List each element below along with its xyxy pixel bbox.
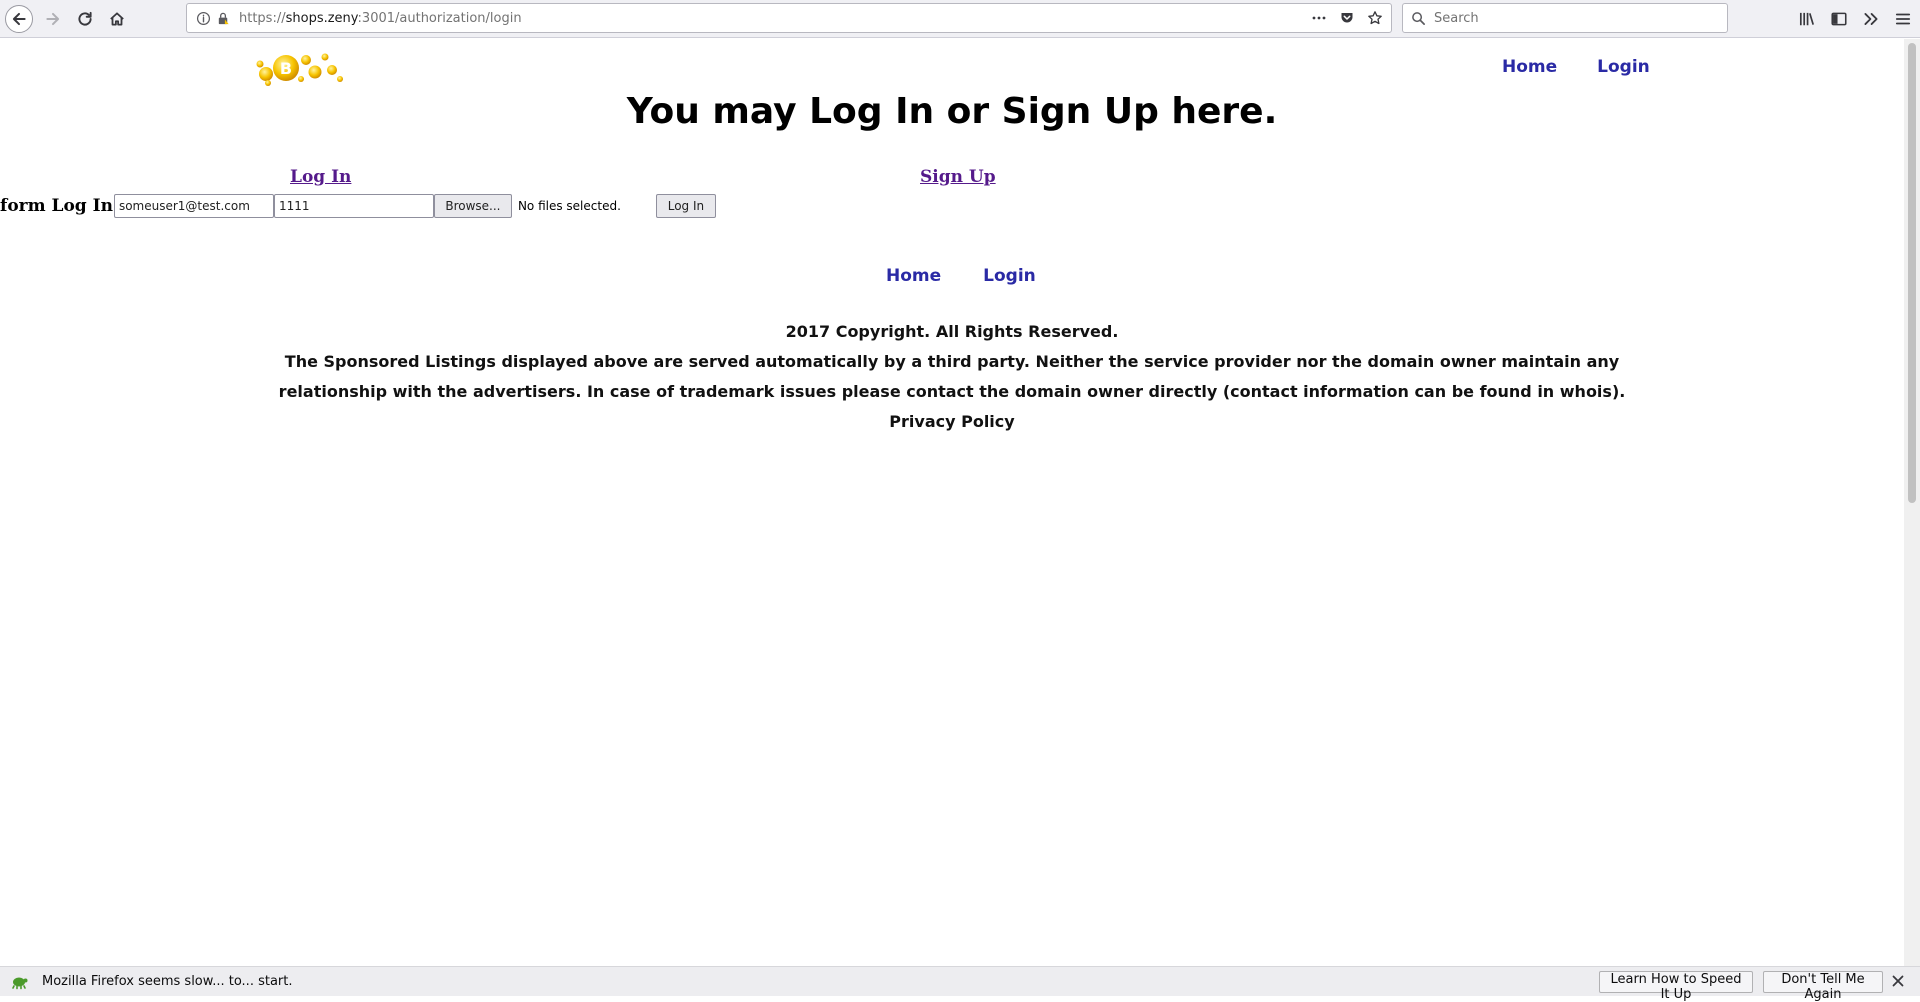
bottom-nav: Home Login xyxy=(886,266,1036,286)
tab-login[interactable]: Log In xyxy=(290,167,351,187)
login-submit-button[interactable]: Log In xyxy=(655,194,716,218)
hamburger-menu-icon xyxy=(1894,10,1912,28)
reload-icon xyxy=(76,10,94,28)
dont-tell-again-button[interactable]: Don't Tell Me Again xyxy=(1763,971,1883,1002)
url-text[interactable]: https://shops.zeny:3001/authorization/lo… xyxy=(239,11,522,26)
learn-speed-up-button[interactable]: Learn How to Speed It Up xyxy=(1599,971,1753,1002)
overflow-chevron-icon xyxy=(1862,10,1880,28)
bottom-nav-home-link[interactable]: Home xyxy=(886,266,941,286)
url-path: :3001/authorization/login xyxy=(357,10,522,26)
forward-arrow-icon xyxy=(44,10,62,28)
home-icon xyxy=(108,10,126,28)
login-form: form Log In Browse... No files selected.… xyxy=(0,193,716,219)
sidebar-button[interactable] xyxy=(1824,4,1854,34)
notification-bar: Mozilla Firefox seems slow... to... star… xyxy=(0,966,1920,1002)
nav-home-link[interactable]: Home xyxy=(1502,57,1557,77)
page-title: You may Log In or Sign Up here. xyxy=(626,91,1278,132)
back-arrow-icon xyxy=(5,5,33,33)
url-bar[interactable]: https://shops.zeny:3001/authorization/lo… xyxy=(186,3,1392,33)
sidebar-icon xyxy=(1830,10,1848,28)
more-dots-icon[interactable] xyxy=(1309,8,1329,28)
password-field[interactable] xyxy=(273,194,434,218)
tab-signup[interactable]: Sign Up xyxy=(920,167,996,187)
url-host: shops.zeny xyxy=(285,10,358,26)
browse-button[interactable]: Browse... xyxy=(433,194,512,218)
close-icon[interactable] xyxy=(1890,973,1906,989)
notification-message: Mozilla Firefox seems slow... to... star… xyxy=(42,974,293,989)
turtle-icon xyxy=(10,974,28,990)
search-bar[interactable] xyxy=(1402,3,1728,33)
browser-toolbar: https://shops.zeny:3001/authorization/lo… xyxy=(0,0,1920,38)
url-scheme: https:// xyxy=(239,10,286,26)
library-icon xyxy=(1798,10,1816,28)
menu-button[interactable] xyxy=(1888,4,1918,34)
svg-text:B: B xyxy=(280,59,292,78)
forward-button[interactable] xyxy=(38,4,68,34)
bottom-nav-login-link[interactable]: Login xyxy=(983,266,1036,286)
site-logo[interactable]: B xyxy=(254,47,346,87)
disclaimer-text: The Sponsored Listings displayed above a… xyxy=(278,352,1626,401)
search-icon xyxy=(1411,11,1426,26)
form-label: form Log In xyxy=(0,196,113,216)
star-icon[interactable] xyxy=(1365,8,1385,28)
nav-login-link[interactable]: Login xyxy=(1597,57,1650,77)
reload-button[interactable] xyxy=(70,4,100,34)
top-nav: Home Login xyxy=(1502,57,1650,77)
library-button[interactable] xyxy=(1792,4,1822,34)
page-content: B Home Login You may Log In or Sign Up h… xyxy=(0,39,1904,966)
email-field[interactable] xyxy=(113,194,274,218)
copyright-text: 2017 Copyright. All Rights Reserved. xyxy=(785,322,1119,341)
bitcoin-logo-icon: B xyxy=(256,53,343,86)
insecure-lock-icon[interactable] xyxy=(213,8,233,28)
overflow-button[interactable] xyxy=(1856,4,1886,34)
page-scrollbar[interactable] xyxy=(1904,39,1920,966)
back-button[interactable] xyxy=(4,4,34,34)
scrollbar-thumb[interactable] xyxy=(1908,43,1916,503)
privacy-policy-link[interactable]: Privacy Policy xyxy=(260,407,1644,437)
footer: 2017 Copyright. All Rights Reserved. The… xyxy=(260,317,1644,437)
info-icon[interactable] xyxy=(193,8,213,28)
file-status: No files selected. xyxy=(517,199,621,213)
home-button[interactable] xyxy=(102,4,132,34)
pocket-icon[interactable] xyxy=(1337,8,1357,28)
search-input[interactable] xyxy=(1432,9,1696,27)
